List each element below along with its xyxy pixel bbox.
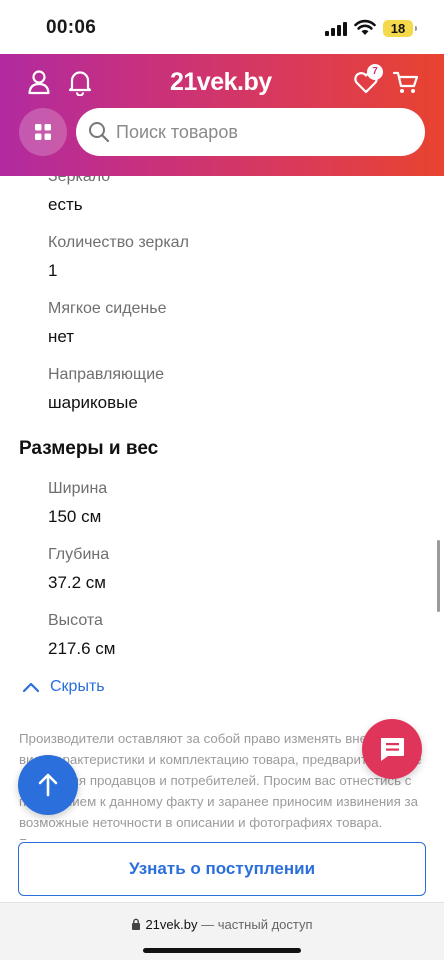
spec-value-guides: шариковые [48,393,138,412]
url-private-suffix: — частный доступ [197,917,313,932]
spec-label-mirror: Зеркало [48,176,111,185]
chat-icon [381,738,404,761]
status-bar: 00:06 18 [0,0,444,54]
chevron-up-icon [22,682,40,693]
search-bar[interactable] [76,108,425,156]
spec-label-mirror-count: Количество зеркал [48,234,189,251]
search-icon [89,122,110,143]
battery-icon: 18 [383,20,417,37]
spec-label-width: Ширина [48,480,108,497]
search-input[interactable] [116,108,406,156]
spec-label-height: Высота [48,612,103,629]
collapse-label: Скрыть [50,678,105,695]
spec-value-height: 217.6 см [48,639,116,658]
chat-button[interactable] [362,719,422,779]
user-icon[interactable] [25,68,53,96]
app-header: 21vek.by 7 [0,54,444,176]
lock-icon [132,918,141,930]
spec-value-soft-seat: нет [48,327,75,346]
signal-icon [325,22,347,36]
arrow-up-icon [38,773,58,797]
wifi-icon [354,19,376,35]
cart-icon[interactable] [392,68,420,96]
favorites-badge: 7 [367,64,383,80]
spec-label-depth: Глубина [48,546,110,563]
bell-icon[interactable] [66,68,94,96]
grid-icon [35,124,51,140]
url-display[interactable]: 21vek.by — частный доступ [0,917,444,932]
url-domain: 21vek.by [145,917,198,932]
home-indicator[interactable] [143,948,301,953]
collapse-specs-link[interactable]: Скрыть [22,676,105,698]
spec-value-width: 150 см [48,507,102,526]
browser-bar: 21vek.by — частный доступ [0,902,444,960]
spec-label-soft-seat: Мягкое сиденье [48,300,167,317]
scroll-to-top-button[interactable] [18,755,78,815]
status-time: 00:06 [46,17,97,38]
spec-label-guides: Направляющие [48,366,165,383]
scrollbar[interactable] [437,540,440,612]
notify-availability-button[interactable]: Узнать о поступлении [18,842,426,896]
site-logo[interactable]: 21vek.by [170,68,272,97]
catalog-button[interactable] [19,108,67,156]
section-title-dimensions: Размеры и вес [19,438,159,459]
spec-value-depth: 37.2 см [48,573,106,592]
notify-bar: Узнать о поступлении [0,840,444,902]
spec-value-mirror-count: 1 [48,261,58,280]
spec-value-mirror: есть [48,195,83,214]
